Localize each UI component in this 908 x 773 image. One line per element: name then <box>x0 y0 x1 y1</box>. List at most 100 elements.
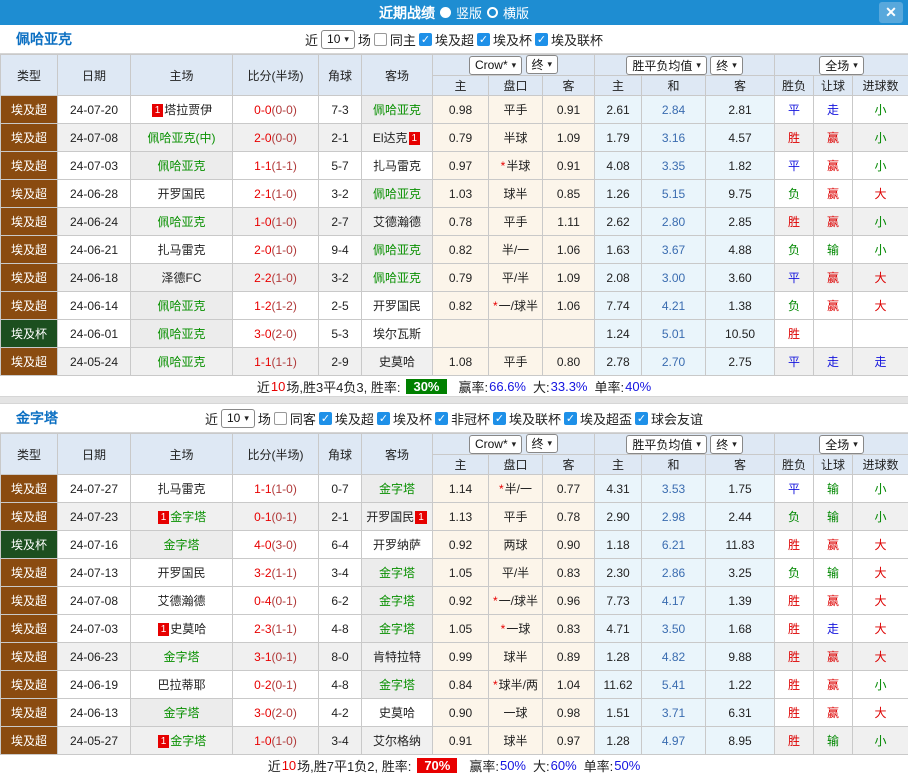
avg-home-cell: 2.62 <box>594 207 643 236</box>
odds-away-cell: 1.11 <box>541 207 596 236</box>
league-cell: 埃及超 <box>0 670 58 699</box>
handicap-value: 一/球半 <box>498 594 538 608</box>
chevron-down-icon: ▾ <box>244 412 249 423</box>
corner-cell: 5-3 <box>318 319 362 348</box>
league-cell: 埃及杯 <box>0 319 58 348</box>
avg-home-cell: 2.61 <box>594 95 643 124</box>
result-cell: 负 <box>774 179 815 208</box>
summary-stat-label: 大: <box>533 379 550 395</box>
fulltime-score: 0-4 <box>254 593 272 608</box>
home-team-cell: 开罗国民 <box>130 179 233 208</box>
scope-controls: 全场 ▾ <box>774 54 908 76</box>
avg-draw-cell: 3.00 <box>641 263 707 292</box>
league-checkbox[interactable]: ✓ <box>563 411 577 425</box>
odds-stage-select[interactable]: 终 ▾ <box>525 434 559 454</box>
date-cell: 24-06-23 <box>57 642 131 671</box>
handicap-result-cell: 赢 <box>813 263 854 292</box>
handicap-result-cell: 输 <box>813 726 854 755</box>
halftime-score: (1-1) <box>271 354 297 369</box>
avg-select[interactable]: 胜平负均值 ▾ <box>626 434 707 454</box>
avg-home-cell: 11.62 <box>594 670 643 699</box>
fulltime-score: 3-0 <box>254 326 272 341</box>
date-cell: 24-06-28 <box>57 179 131 208</box>
win-rate-badge: 70% <box>417 757 458 773</box>
avg-stage-select[interactable]: 终 ▾ <box>710 55 743 75</box>
match-row: 埃及杯 24-06-01 佩哈亚克 3-0(2-0) 5-3 埃尔瓦斯 1.24 5.01 10… <box>0 319 908 348</box>
goals-result-cell: 大 <box>852 530 908 559</box>
avg-draw-cell: 3.67 <box>641 235 707 264</box>
away-team-cell: 佩哈亚克 <box>361 263 433 292</box>
league-checkbox[interactable]: ✓ <box>376 411 390 425</box>
score-cell: 1-1(1-1) <box>232 347 319 376</box>
col-header: 类型 <box>0 54 58 96</box>
avg-select[interactable]: 胜平负均值 ▾ <box>626 55 707 75</box>
home-team-name: 金字塔 <box>163 706 200 720</box>
avg-away-cell: 1.68 <box>705 614 776 643</box>
handicap-cell: 一球 <box>488 698 543 727</box>
bookmaker-select[interactable]: Crow* ▾ <box>468 55 523 75</box>
halftime-score: (1-2) <box>271 298 297 313</box>
away-team-name: 肯特拉特 <box>372 650 421 664</box>
red-card-badge: 1 <box>408 132 421 145</box>
league-checkbox[interactable]: ✓ <box>534 32 548 46</box>
bookmaker-select[interactable]: Crow* ▾ <box>468 434 523 454</box>
scope-select[interactable]: 全场 ▾ <box>819 55 864 75</box>
summary-bar: 近 10 场,胜3平4负3, 胜率: 30% 赢率: 66.6% 大: 33.3% 单率: 40% <box>0 376 908 396</box>
recent-count-select[interactable]: 10 ▾ <box>321 29 355 49</box>
league-checkbox[interactable]: ✓ <box>476 32 490 46</box>
score-cell: 0-1(0-1) <box>232 502 319 531</box>
same-venue-checkbox[interactable] <box>373 32 387 46</box>
games-label: 场 <box>257 411 271 427</box>
match-row: 埃及超 24-06-14 佩哈亚克 1-2(1-2) 2-5 开罗国民 0.82 *一/球半 1… <box>0 291 908 320</box>
league-checkbox[interactable]: ✓ <box>492 411 506 425</box>
avg-home-cell: 1.28 <box>594 642 643 671</box>
avg-home-cell: 2.78 <box>594 347 643 376</box>
avg-home-cell: 2.30 <box>594 558 643 587</box>
avg-home-cell: 1.26 <box>594 179 643 208</box>
match-row: 埃及超 24-05-27 1 金字塔 1-0(1-0) 3-4 艾尔格纳 0.91 球半 0.97… <box>0 726 908 755</box>
avg-away-cell: 1.82 <box>705 151 776 180</box>
goals-result-cell: 小 <box>852 502 908 531</box>
away-team-cell: 开罗国民 <box>361 291 433 320</box>
halftime-score: (1-0) <box>271 481 297 496</box>
horizontal-layout-radio[interactable] <box>487 7 498 18</box>
league-checkbox[interactable]: ✓ <box>434 411 448 425</box>
odds-home-cell: 1.03 <box>432 179 489 208</box>
handicap-result-cell: 赢 <box>813 642 854 671</box>
result-cell: 胜 <box>774 123 815 152</box>
home-team-cell: 佩哈亚克 <box>130 291 233 320</box>
score-cell: 1-1(1-0) <box>232 474 319 503</box>
odds-stage-select[interactable]: 终 ▾ <box>525 55 559 75</box>
avg-away-cell: 9.75 <box>705 179 776 208</box>
home-team-name: 泽德FC <box>161 271 202 285</box>
recent-count-select[interactable]: 10 ▾ <box>221 408 255 428</box>
same-venue-label: 同主 <box>389 32 416 48</box>
avg-away-cell: 4.57 <box>705 123 776 152</box>
corner-cell: 3-4 <box>318 558 362 587</box>
away-team-cell: 开罗纳萨 <box>361 530 433 559</box>
league-checkbox[interactable]: ✓ <box>418 32 432 46</box>
home-team-name: 佩哈亚克 <box>157 159 206 173</box>
home-team-cell: 金字塔 <box>130 698 233 727</box>
away-team-name: 金字塔 <box>378 678 415 692</box>
avg-stage-select[interactable]: 终 ▾ <box>710 434 743 454</box>
avg-away-cell: 2.81 <box>705 95 776 124</box>
league-checkbox[interactable]: ✓ <box>318 411 332 425</box>
vertical-layout-radio[interactable] <box>439 7 451 18</box>
handicap-cell: 两球 <box>488 530 543 559</box>
home-team-cell: 开罗国民 <box>130 558 233 587</box>
handicap-result-cell: 赢 <box>813 586 854 615</box>
score-cell: 0-0(0-0) <box>232 95 319 124</box>
home-team-cell: 佩哈亚克 <box>130 319 233 348</box>
goals-result-cell: 大 <box>852 263 908 292</box>
scope-select[interactable]: 全场 ▾ <box>819 434 864 454</box>
same-venue-checkbox[interactable] <box>273 411 287 425</box>
league-checkbox[interactable]: ✓ <box>635 411 648 425</box>
avg-away-cell: 2.44 <box>705 502 776 531</box>
league-cell: 埃及超 <box>0 151 58 180</box>
date-cell: 24-07-08 <box>57 586 131 615</box>
summary-near: 近 <box>256 379 270 395</box>
result-cell: 负 <box>774 558 815 587</box>
summary-stat-value: 40% <box>625 378 652 394</box>
close-icon[interactable]: ✕ <box>879 2 903 23</box>
